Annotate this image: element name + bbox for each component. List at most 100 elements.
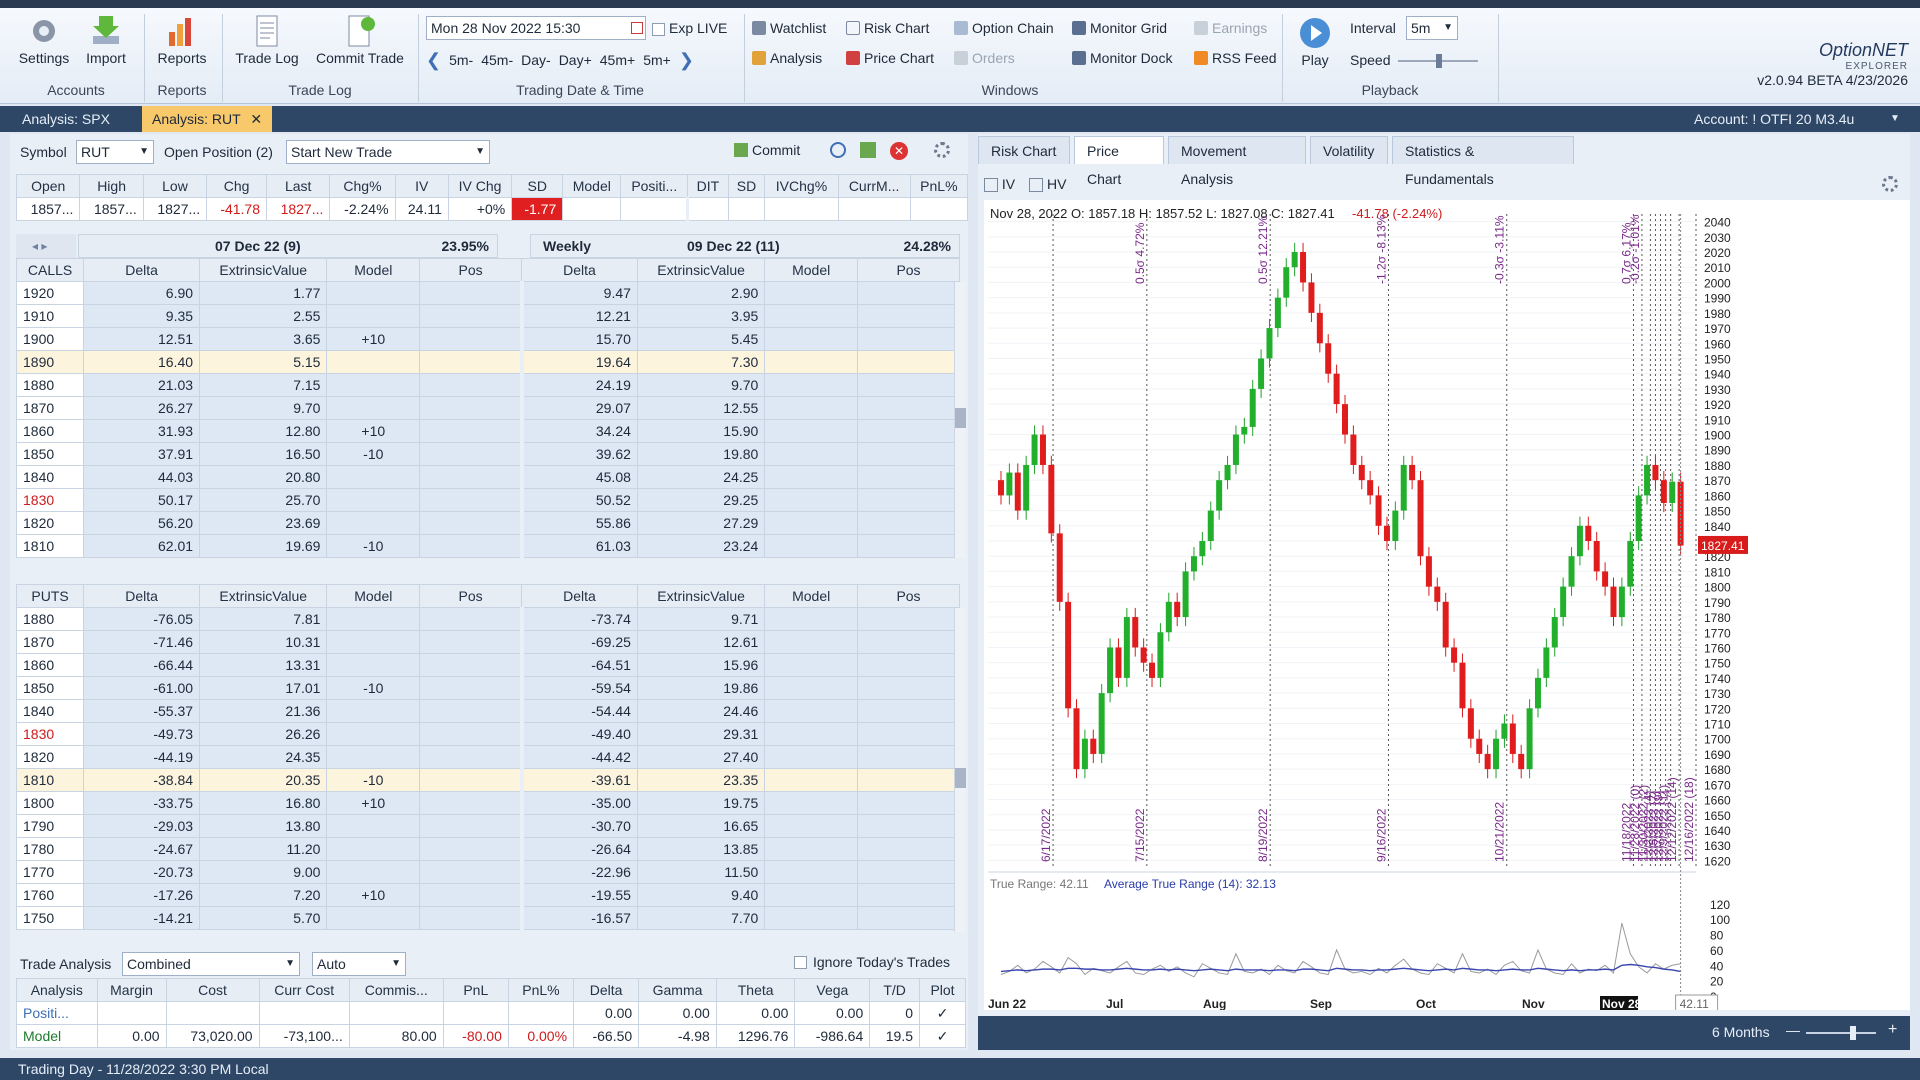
table-row[interactable]: 1800 -33.75 16.80 +10 -35.00 19.75: [15, 791, 960, 815]
start-trade-dropdown[interactable]: Start New Trade ▼: [286, 140, 490, 164]
monitor-dock-button[interactable]: Monitor Dock: [1072, 50, 1172, 66]
risk-chart-button[interactable]: Risk Chart: [846, 20, 929, 36]
trade-analysis-mode-dropdown[interactable]: Combined ▼: [122, 952, 300, 976]
quote-header[interactable]: Positi...: [620, 174, 689, 198]
analysis-header[interactable]: Curr Cost: [258, 978, 350, 1002]
table-row[interactable]: 1860 -66.44 13.31 -64.51 15.96: [15, 653, 960, 677]
chevron-left-icon[interactable]: ❮: [426, 50, 441, 71]
table-row[interactable]: 1880 -76.05 7.81 -73.74 9.71: [15, 607, 960, 631]
puts-header[interactable]: PUTS: [15, 584, 85, 608]
column-header[interactable]: Model: [326, 258, 421, 282]
commit-button[interactable]: Commit: [734, 142, 800, 158]
table-row[interactable]: 1840 -55.37 21.36 -54.44 24.46: [15, 699, 960, 723]
table-row[interactable]: 1810 62.01 19.69 -10 61.03 23.24: [15, 534, 960, 558]
analysis-button[interactable]: Analysis: [752, 50, 822, 66]
step-day-forward[interactable]: Day+: [559, 52, 592, 68]
expiration-checkbox[interactable]: [652, 22, 665, 36]
quote-header[interactable]: DIT: [687, 174, 729, 198]
price-chart[interactable]: 2040203020202010200019901980197019601950…: [984, 200, 1910, 1010]
expiration-nav-arrows[interactable]: ◂ ▸: [16, 234, 76, 258]
earnings-button[interactable]: Earnings: [1194, 20, 1267, 36]
analysis-header[interactable]: Analysis: [16, 978, 98, 1002]
plot-checkbox[interactable]: ✓: [919, 1024, 966, 1048]
chart-tab-price-chart[interactable]: Price Chart: [1074, 136, 1164, 187]
analysis-header[interactable]: PnL%: [507, 978, 575, 1002]
table-row[interactable]: 1820 56.20 23.69 55.86 27.29: [15, 511, 960, 535]
speed-slider[interactable]: [1398, 54, 1478, 68]
orders-button[interactable]: Orders: [954, 50, 1015, 66]
quote-header[interactable]: CurrM...: [837, 174, 911, 198]
table-row[interactable]: 1830 50.17 25.70 50.52 29.25: [15, 488, 960, 512]
search-icon[interactable]: [830, 142, 846, 158]
monitor-grid-button[interactable]: Monitor Grid: [1072, 20, 1167, 36]
column-header[interactable]: Pos: [419, 584, 523, 608]
table-row[interactable]: 1750 -14.21 5.70 -16.57 7.70: [15, 906, 960, 930]
step-5m-back[interactable]: 5m-: [449, 52, 473, 68]
analysis-row[interactable]: Model 0.00 73,020.00 -73,100... 80.00 -80.00 0…: [16, 1024, 966, 1048]
table-row[interactable]: 1910 9.35 2.55 12.21 3.95: [15, 304, 960, 328]
column-header[interactable]: Model: [326, 584, 421, 608]
zoom-slider[interactable]: [1806, 1026, 1876, 1040]
tab-analysis-spx[interactable]: Analysis: SPX: [12, 106, 120, 132]
expiration-selector[interactable]: Exp LIVE: [652, 16, 728, 40]
play-button[interactable]: Play: [1290, 16, 1340, 68]
column-header[interactable]: ExtrinsicValue: [636, 584, 766, 608]
scale-dropdown[interactable]: Auto ▼: [312, 952, 406, 976]
close-icon[interactable]: ✕: [250, 111, 262, 127]
delete-icon[interactable]: ✕: [890, 142, 908, 160]
account-chevron-down-icon[interactable]: ▼: [1890, 106, 1900, 132]
step-5m-forward[interactable]: 5m+: [643, 52, 671, 68]
quote-header[interactable]: PnL%: [909, 174, 969, 198]
quote-header[interactable]: Last: [266, 174, 331, 198]
chart-tab-risk-chart[interactable]: Risk Chart: [978, 136, 1070, 164]
interval-dropdown[interactable]: 5m ▼: [1406, 16, 1458, 40]
calls-scrollbar[interactable]: [954, 282, 966, 558]
step-day-back[interactable]: Day-: [521, 52, 551, 68]
analysis-header[interactable]: Plot: [919, 978, 966, 1002]
column-header[interactable]: Delta: [521, 258, 638, 282]
trading-date-input[interactable]: Mon 28 Nov 2022 15:30: [426, 16, 646, 40]
table-row[interactable]: 1920 6.90 1.77 9.47 2.90: [15, 281, 960, 305]
table-row[interactable]: 1780 -24.67 11.20 -26.64 13.85: [15, 837, 960, 861]
column-header[interactable]: ExtrinsicValue: [199, 258, 328, 282]
hv-toggle[interactable]: HV: [1029, 176, 1066, 193]
table-row[interactable]: 1790 -29.03 13.80 -30.70 16.65: [15, 814, 960, 838]
analysis-header[interactable]: Delta: [573, 978, 640, 1002]
chart-tab-statistics-fundamentals[interactable]: Statistics & Fundamentals: [1392, 136, 1574, 187]
analysis-header[interactable]: Margin: [96, 978, 167, 1002]
analysis-header[interactable]: PnL: [442, 978, 509, 1002]
import-button[interactable]: Import: [78, 14, 134, 66]
watchlist-button[interactable]: Watchlist: [752, 20, 826, 36]
analysis-row[interactable]: Positi... 0.00 0.00 0.00 0.00 0 ✓: [16, 1001, 966, 1025]
rss-feed-button[interactable]: RSS Feed: [1194, 50, 1277, 66]
trade-log-button[interactable]: Trade Log: [232, 14, 302, 66]
table-row[interactable]: 1870 26.27 9.70 29.07 12.55: [15, 396, 960, 420]
analysis-header[interactable]: T/D: [869, 978, 921, 1002]
column-header[interactable]: ExtrinsicValue: [636, 258, 766, 282]
quote-header[interactable]: High: [79, 174, 144, 198]
reports-button[interactable]: Reports: [150, 14, 214, 66]
column-header[interactable]: Pos: [857, 258, 960, 282]
table-row[interactable]: 1830 -49.73 26.26 -49.40 29.31: [15, 722, 960, 746]
column-header[interactable]: ExtrinsicValue: [199, 584, 328, 608]
column-header[interactable]: Pos: [419, 258, 523, 282]
plot-checkbox[interactable]: ✓: [919, 1001, 966, 1025]
column-header[interactable]: Model: [764, 258, 858, 282]
quote-header[interactable]: IV: [394, 174, 449, 198]
settings-gear-icon[interactable]: [934, 142, 950, 158]
price-chart-button[interactable]: Price Chart: [846, 50, 934, 66]
quote-header[interactable]: Chg: [206, 174, 268, 198]
analysis-header[interactable]: Vega: [794, 978, 871, 1002]
quote-header[interactable]: Chg%: [329, 174, 396, 198]
quote-header[interactable]: SD: [511, 174, 564, 198]
quote-header[interactable]: Open: [15, 174, 81, 198]
calls-header[interactable]: CALLS: [15, 258, 85, 282]
iv-toggle[interactable]: IV: [984, 176, 1015, 193]
table-row[interactable]: 1770 -20.73 9.00 -22.96 11.50: [15, 860, 960, 884]
settings-button[interactable]: Settings: [14, 14, 74, 66]
quote-header[interactable]: Low: [142, 174, 208, 198]
analysis-header[interactable]: Commis...: [348, 978, 444, 1002]
zoom-in-icon[interactable]: +: [1888, 1021, 1897, 1039]
column-header[interactable]: Model: [764, 584, 858, 608]
table-row[interactable]: 1850 37.91 16.50 -10 39.62 19.80: [15, 442, 960, 466]
